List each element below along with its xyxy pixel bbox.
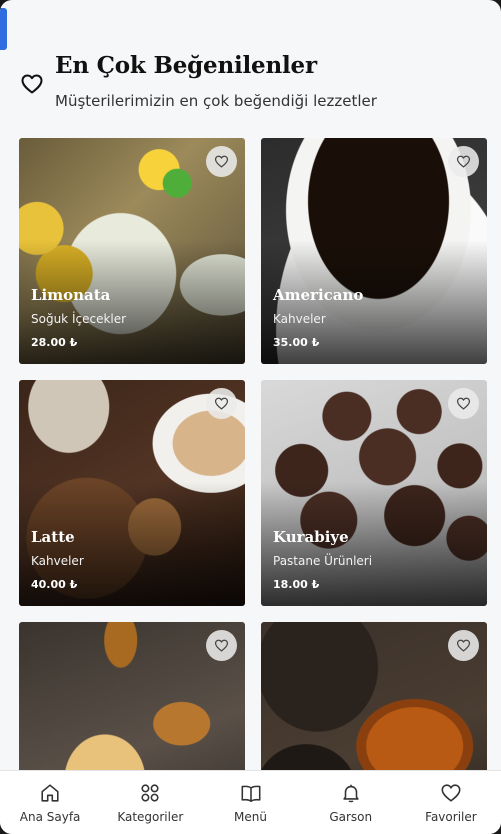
nav-item-label: Ana Sayfa [19,810,81,824]
product-card-americano[interactable]: Americano Kahveler 35.00 ₺ [261,138,487,364]
nav-item-categories[interactable]: Kategoriler [100,771,200,834]
nav-item-label: Garson [329,810,373,824]
product-category: Pastane Ürünleri [273,554,373,568]
nav-item-home[interactable]: Ana Sayfa [0,771,100,834]
heart-icon [214,397,229,410]
product-name: Limonata [31,286,111,304]
nav-item-favorites[interactable]: Favoriler [401,771,501,834]
bottom-navigation: Ana Sayfa Kategoriler Menü Garson Favori… [0,770,501,834]
nav-item-label: Menü [234,810,267,824]
app-screen: En Çok Beğenilenler Müşterilerimizin en … [0,0,501,834]
favorite-button[interactable] [206,388,237,419]
heart-icon [456,397,471,410]
product-card-kurabiye[interactable]: Kurabiye Pastane Ürünleri 18.00 ₺ [261,380,487,606]
product-card-limonata[interactable]: Limonata Soğuk İçecekler 28.00 ₺ [19,138,245,364]
section-subtitle: Müşterilerimizin en çok beğendiği lezzet… [55,92,377,110]
favorite-button[interactable] [448,146,479,177]
product-price: 28.00 ₺ [31,336,78,349]
book-icon [241,785,260,803]
product-price: 35.00 ₺ [273,336,320,349]
heart-icon [441,784,461,802]
favorite-button[interactable] [206,630,237,661]
product-name: Kurabiye [273,528,349,546]
home-icon [41,784,59,802]
nav-item-label: Favoriler [425,810,477,824]
section-title: En Çok Beğenilenler [55,52,317,79]
heart-icon [214,155,229,168]
product-name: Latte [31,528,75,546]
product-price: 40.00 ₺ [31,578,78,591]
product-category: Kahveler [273,312,326,326]
heart-icon [21,74,43,94]
product-price: 18.00 ₺ [273,578,320,591]
favorite-button[interactable] [448,630,479,661]
favorite-button[interactable] [448,388,479,419]
favorite-button[interactable] [206,146,237,177]
product-card-latte[interactable]: Latte Kahveler 40.00 ₺ [19,380,245,606]
product-category: Soğuk İçecekler [31,312,127,326]
product-category: Kahveler [31,554,84,568]
accent-bar [0,8,7,50]
bell-icon [343,784,359,803]
nav-item-waiter[interactable]: Garson [301,771,401,834]
heart-icon [456,639,471,652]
heart-icon [214,639,229,652]
product-name: Americano [273,286,364,304]
section-header: En Çok Beğenilenler Müşterilerimizin en … [20,52,481,122]
grid-icon [141,784,159,802]
nav-item-menu[interactable]: Menü [200,771,300,834]
heart-icon [456,155,471,168]
nav-item-label: Kategoriler [117,810,184,824]
